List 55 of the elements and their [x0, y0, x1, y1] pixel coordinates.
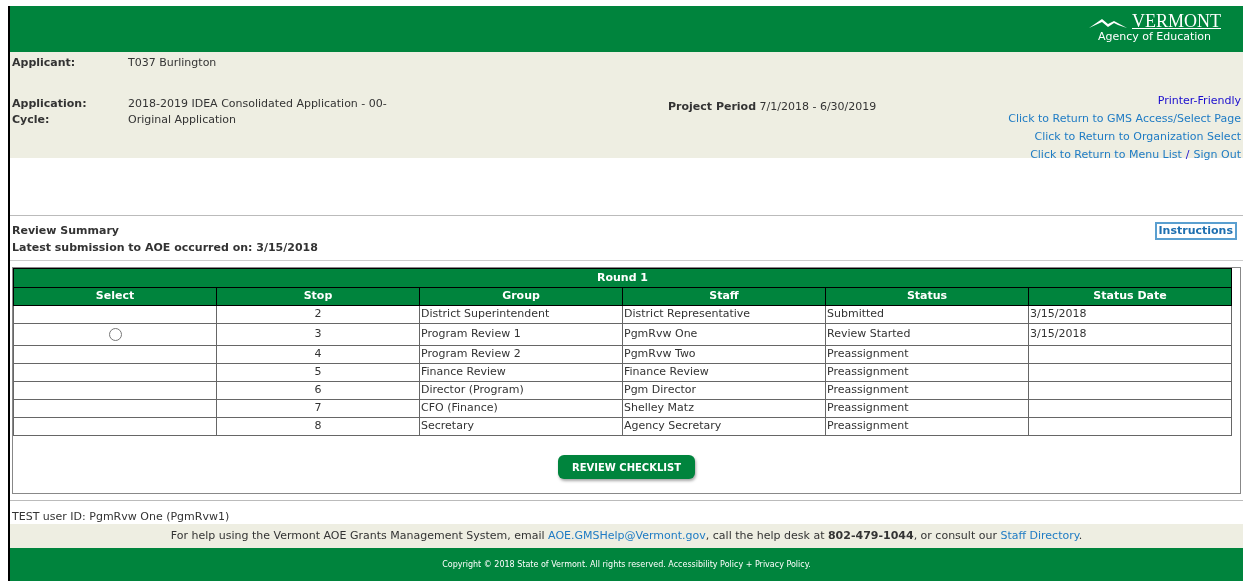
table-cell: Agency Secretary: [622, 417, 826, 436]
review-checklist-button[interactable]: REVIEW CHECKLIST: [557, 455, 696, 479]
table-cell: 3: [216, 323, 420, 346]
table-cell: 6: [216, 381, 420, 400]
nav-link[interactable]: Click to Return to Menu List: [1030, 146, 1182, 164]
nav-link[interactable]: Sign Out: [1193, 146, 1241, 164]
logo-subtitle: Agency of Education: [1097, 30, 1212, 44]
table-cell: Preassignment: [825, 417, 1029, 436]
table-cell: Preassignment: [825, 363, 1029, 382]
table-cell: District Superintendent: [419, 305, 623, 324]
radio-button[interactable]: [108, 327, 122, 341]
table-cell: 2: [216, 305, 420, 324]
table-cell: Secretary: [419, 417, 623, 436]
table-cell: Preassignment: [825, 399, 1029, 418]
nav-link[interactable]: Printer-Friendly: [1157, 92, 1241, 110]
field-value: 2018-2019 IDEA Consolidated Application - 00-Original Application: [128, 95, 388, 128]
nav-link[interactable]: Click to Return to Organization Select: [1034, 128, 1241, 146]
table-cell: 5: [216, 363, 420, 382]
table-cell: Finance Review: [622, 363, 826, 382]
table-cell: Pgm Director: [622, 381, 826, 400]
table-cell: 7: [216, 399, 420, 418]
accessibility-policy-link[interactable]: Accessibility Policy: [668, 559, 744, 569]
table-cell: CFO (Finance): [419, 399, 623, 418]
section-title: Review Summary: [12, 223, 121, 239]
table-cell: Program Review 2: [419, 345, 623, 364]
table-cell: PgmRvw Two: [622, 345, 826, 364]
separator-text: /: [1185, 147, 1190, 163]
project-period: Project Period 7/1/2018 - 6/30/2019: [668, 100, 877, 113]
field-label: Application: Cycle:: [12, 95, 88, 128]
table-cell: Director (Program): [419, 381, 623, 400]
table-cell: District Representative: [622, 305, 826, 324]
table-cell: 8: [216, 417, 420, 436]
staff-directory-link[interactable]: Staff Directory: [1000, 528, 1079, 542]
table-cell: Preassignment: [825, 345, 1029, 364]
table-cell: 4: [216, 345, 420, 364]
table-cell: PgmRvw One: [622, 323, 826, 346]
table-cell: Finance Review: [419, 363, 623, 382]
table-cell: 3/15/2018: [1028, 305, 1232, 324]
instructions-button[interactable]: Instructions: [1154, 222, 1237, 240]
copyright-text: Copyright © 2018 State of Vermont. All rights reserved. Accessibility Policy + Privacy Policy.: [442, 558, 811, 571]
table-cell: Review Started: [825, 323, 1029, 346]
table-cell: Shelley Matz: [622, 399, 826, 418]
email-link[interactable]: AOE.GMSHelp@Vermont.gov: [548, 528, 706, 542]
nav-link[interactable]: Click to Return to GMS Access/Select Page: [1008, 110, 1241, 128]
field-label: Applicant:: [12, 55, 77, 71]
table-cell: 3/15/2018: [1028, 323, 1232, 346]
table-cell: Program Review 1: [419, 323, 623, 346]
help-text: For help using the Vermont AOE Grants Management System, email AOE.GMSHelp@Vermont.gov, call the help desk at 802-479-1044, or consult our Staff Directory.: [170, 527, 1083, 544]
table-cell: Preassignment: [825, 381, 1029, 400]
submission-text: Latest submission to AOE occurred on: 3/15/2018: [12, 240, 318, 256]
logo-title: VERMONT: [1132, 12, 1221, 30]
user-id-text: TEST user ID: PgmRvw One (PgmRvw1): [12, 510, 230, 523]
table-caption: Round 1: [13, 268, 1232, 288]
table-cell: Submitted: [825, 305, 1029, 324]
field-value: T037 Burlington: [128, 55, 218, 71]
